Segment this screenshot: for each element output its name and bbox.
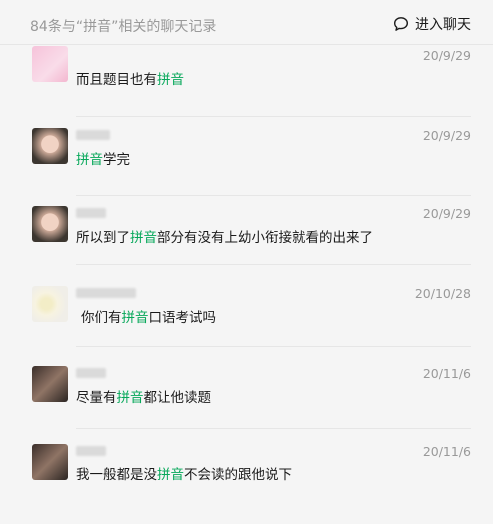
search-result-title: 84条与“拼音”相关的聊天记录 (30, 19, 217, 35)
list-item[interactable]: 20/10/28 你们有拼音口语考试吗 (0, 284, 493, 364)
sender-name (76, 368, 106, 378)
divider (76, 428, 471, 429)
list-item[interactable]: 20/11/6 我一般都是没拼音不会读的跟他说下 (0, 444, 493, 524)
keyword-highlight: 拼音 (130, 230, 157, 246)
list-item[interactable]: 20/9/29 所以到了拼音部分有没有上幼小衔接就看的出来了 (0, 204, 493, 284)
keyword-highlight: 拼音 (157, 72, 184, 88)
message-text: 所以到了拼音部分有没有上幼小衔接就看的出来了 (76, 230, 373, 246)
avatar (32, 286, 68, 322)
avatar (32, 444, 68, 480)
header: 84条与“拼音”相关的聊天记录 进入聊天 (0, 0, 493, 45)
chat-bubble-icon (393, 16, 409, 32)
divider (76, 346, 471, 347)
list-item[interactable]: 20/9/29 而且题目也有拼音 (0, 44, 493, 124)
avatar (32, 46, 68, 82)
divider (76, 264, 471, 265)
keyword-highlight: 拼音 (121, 310, 149, 326)
divider (76, 116, 471, 117)
divider (76, 195, 471, 196)
keyword-highlight: 拼音 (76, 152, 103, 168)
keyword-highlight: 拼音 (116, 390, 144, 406)
avatar (32, 128, 68, 164)
message-time: 20/9/29 (422, 128, 471, 143)
enter-chat-label: 进入聊天 (415, 17, 471, 33)
sender-name (76, 130, 110, 140)
message-time: 20/10/28 (414, 286, 471, 301)
message-time: 20/11/6 (422, 444, 471, 459)
message-text: 而且题目也有拼音 (76, 72, 184, 88)
keyword-highlight: 拼音 (157, 467, 184, 483)
message-text: 尽量有拼音都让他读题 (76, 390, 211, 406)
message-text: 我一般都是没拼音不会读的跟他说下 (76, 467, 292, 483)
message-time: 20/9/29 (422, 48, 471, 63)
sender-name (76, 288, 136, 298)
enter-chat-button[interactable]: 进入聊天 (393, 14, 471, 34)
list-item[interactable]: 20/11/6 尽量有拼音都让他读题 (0, 364, 493, 444)
message-time: 20/11/6 (422, 366, 471, 381)
message-text: 你们有拼音口语考试吗 (81, 310, 216, 326)
message-time: 20/9/29 (422, 206, 471, 221)
sender-name (76, 446, 106, 456)
avatar (32, 366, 68, 402)
avatar (32, 206, 68, 242)
list-item[interactable]: 20/9/29 拼音学完 (0, 124, 493, 204)
message-text: 拼音学完 (76, 152, 130, 168)
sender-name (76, 208, 106, 218)
